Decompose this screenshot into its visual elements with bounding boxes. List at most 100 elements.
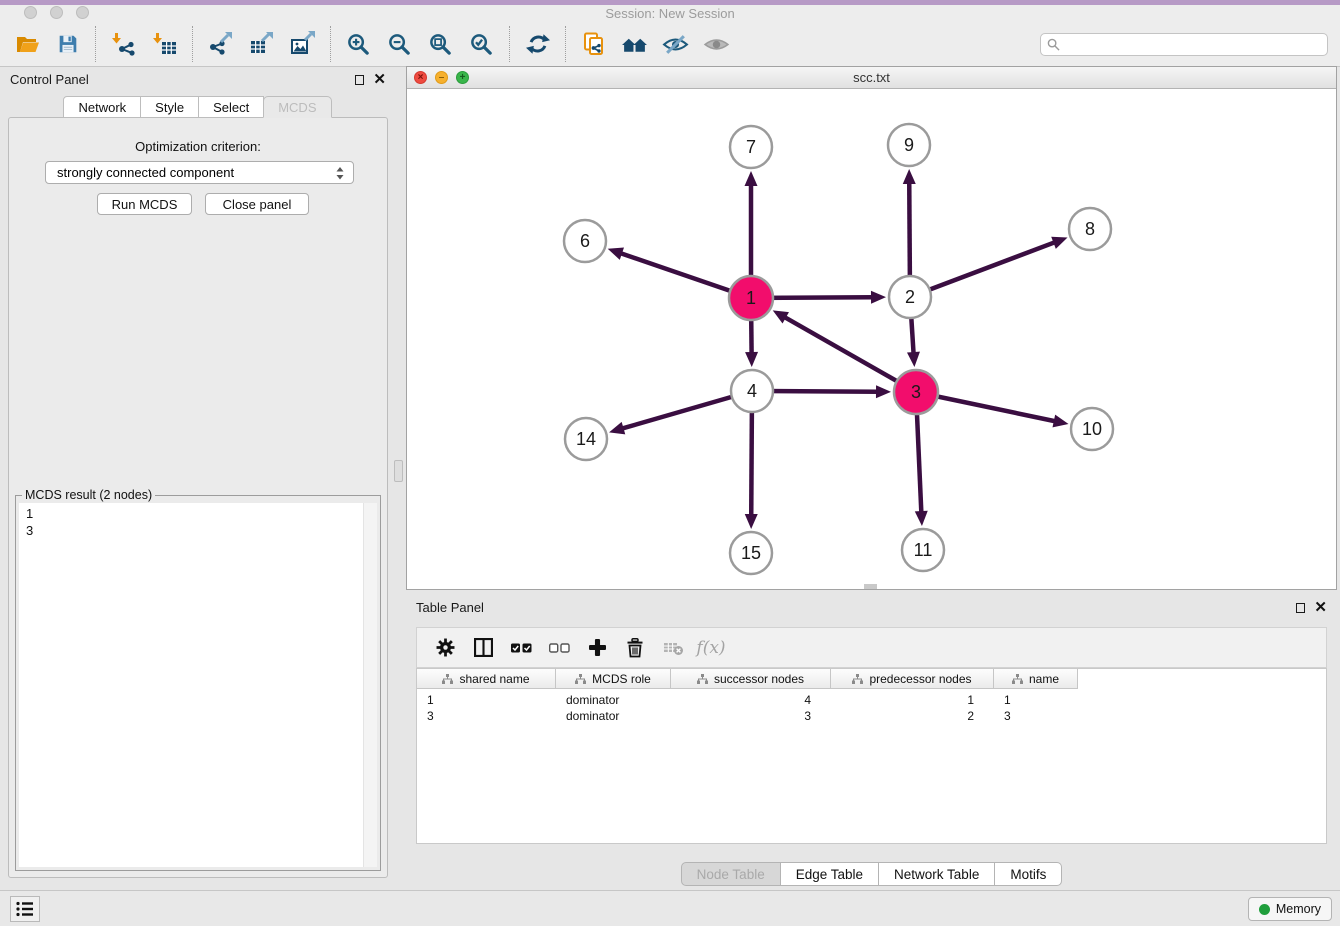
toolbar-separator <box>565 26 566 62</box>
memory-button[interactable]: Memory <box>1248 897 1332 921</box>
zoom-selected-icon <box>469 32 494 57</box>
zoom-in-icon <box>346 32 371 57</box>
close-panel-button[interactable]: Close panel <box>205 193 309 215</box>
node-label-11: 11 <box>914 540 933 560</box>
column-header-shared-name[interactable]: shared name <box>417 669 556 689</box>
zoom-selected-button[interactable] <box>461 26 502 62</box>
edge-arrow-2-3 <box>907 352 920 367</box>
table-tab-network-table[interactable]: Network Table <box>879 862 995 886</box>
table-panel: Table Panel ✕ <box>406 595 1337 890</box>
criterion-select[interactable]: strongly connected component <box>45 161 354 184</box>
table-cell[interactable]: 3 <box>417 708 556 724</box>
column-header-predecessor-nodes[interactable]: predecessor nodes <box>831 669 994 689</box>
apply-layout-button[interactable] <box>517 26 558 62</box>
unchecked-boxes-icon <box>549 643 570 653</box>
control-panel-tab-style[interactable]: Style <box>140 96 199 118</box>
node-label-15: 15 <box>741 543 761 563</box>
delete-column-button[interactable] <box>616 632 654 664</box>
network-window-titlebar: × – + scc.txt <box>407 67 1336 89</box>
network-graph[interactable]: 7968124314101511 <box>407 89 1336 589</box>
result-scrollbar[interactable] <box>363 503 377 867</box>
edge-2-8[interactable] <box>910 242 1055 297</box>
control-panel-header: Control Panel ✕ <box>0 67 396 93</box>
table-tab-node-table[interactable]: Node Table <box>681 862 781 886</box>
table-body: 1dominator4113dominator323 <box>417 689 1326 724</box>
column-header-name[interactable]: name <box>994 669 1078 689</box>
application-window: Session: New Session <box>0 0 1340 926</box>
import-network-icon <box>111 31 137 57</box>
close-view-button[interactable]: × <box>414 71 427 84</box>
memory-label: Memory <box>1276 902 1321 916</box>
table-row[interactable]: 1dominator411 <box>417 692 1326 708</box>
first-neighbors-button[interactable] <box>614 26 655 62</box>
panel-splitter-handle[interactable] <box>394 460 403 482</box>
maximize-view-button[interactable]: + <box>456 71 469 84</box>
table-cell[interactable]: 3 <box>671 708 831 724</box>
attribute-icon <box>852 674 863 684</box>
import-table-button[interactable] <box>144 26 185 62</box>
save-session-button[interactable] <box>47 26 88 62</box>
deselect-all-button[interactable] <box>540 632 578 664</box>
export-image-button[interactable] <box>282 26 323 62</box>
float-panel-icon[interactable] <box>1296 603 1305 613</box>
mcds-result-text-area[interactable]: 1 3 <box>19 503 377 867</box>
columns-icon <box>474 638 493 657</box>
search-input[interactable] <box>1065 38 1321 52</box>
zoom-out-button[interactable] <box>379 26 420 62</box>
column-header-successor-nodes[interactable]: successor nodes <box>671 669 831 689</box>
minimize-window-button[interactable] <box>50 6 63 19</box>
task-history-button[interactable] <box>10 896 40 922</box>
run-mcds-button[interactable]: Run MCDS <box>97 193 192 215</box>
table-cell[interactable]: 1 <box>994 692 1078 708</box>
table-cell[interactable]: dominator <box>556 708 671 724</box>
table-cell[interactable]: 1 <box>417 692 556 708</box>
select-all-button[interactable] <box>502 632 540 664</box>
table-cell[interactable]: 2 <box>831 708 994 724</box>
export-table-button[interactable] <box>241 26 282 62</box>
canvas-resize-handle[interactable] <box>864 584 877 589</box>
float-panel-icon[interactable] <box>355 75 364 85</box>
table-panel-header: Table Panel ✕ <box>406 595 1337 621</box>
window-title: Session: New Session <box>0 5 1340 22</box>
minimize-view-button[interactable]: – <box>435 71 448 84</box>
zoom-fit-button[interactable] <box>420 26 461 62</box>
zoom-window-button[interactable] <box>76 6 89 19</box>
mcds-result-values: 1 3 <box>26 505 370 539</box>
edge-arrow-3-11 <box>915 511 928 526</box>
mcds-result-title: MCDS result (2 nodes) <box>22 488 155 502</box>
table-cell[interactable]: dominator <box>556 692 671 708</box>
edge-arrow-4-15 <box>745 514 758 529</box>
table-row[interactable]: 3dominator323 <box>417 708 1326 724</box>
zoom-in-button[interactable] <box>338 26 379 62</box>
search-box[interactable] <box>1040 33 1328 56</box>
table-tab-motifs[interactable]: Motifs <box>995 862 1062 886</box>
table-settings-button[interactable] <box>426 632 464 664</box>
new-network-from-selection-button[interactable] <box>573 26 614 62</box>
edge-arrow-3-10 <box>1052 415 1068 428</box>
add-column-button[interactable] <box>578 632 616 664</box>
node-label-3: 3 <box>911 382 921 402</box>
attribute-icon <box>697 674 708 684</box>
table-toolbar: f(x) <box>416 627 1327 668</box>
table-cell[interactable]: 4 <box>671 692 831 708</box>
function-icon: f(x) <box>696 638 725 658</box>
open-session-button[interactable] <box>6 26 47 62</box>
table-cell[interactable]: 3 <box>994 708 1078 724</box>
close-panel-icon[interactable]: ✕ <box>373 67 386 93</box>
control-panel-tab-network[interactable]: Network <box>63 96 141 118</box>
import-network-button[interactable] <box>103 26 144 62</box>
control-panel-tab-select[interactable]: Select <box>198 96 264 118</box>
table-cell[interactable]: 1 <box>831 692 994 708</box>
toolbar-separator <box>192 26 193 62</box>
network-view-window: × – + scc.txt 7968124314101511 <box>406 66 1337 590</box>
control-panel-tab-mcds[interactable]: MCDS <box>263 96 331 118</box>
hide-selected-button[interactable] <box>655 26 696 62</box>
export-network-button[interactable] <box>200 26 241 62</box>
close-window-button[interactable] <box>24 6 37 19</box>
column-layout-button[interactable] <box>464 632 502 664</box>
delete-table-button <box>654 632 692 664</box>
column-header-mcds-role[interactable]: MCDS role <box>556 669 671 689</box>
node-label-7: 7 <box>746 137 756 157</box>
table-tab-edge-table[interactable]: Edge Table <box>781 862 879 886</box>
close-panel-icon[interactable]: ✕ <box>1314 595 1327 621</box>
